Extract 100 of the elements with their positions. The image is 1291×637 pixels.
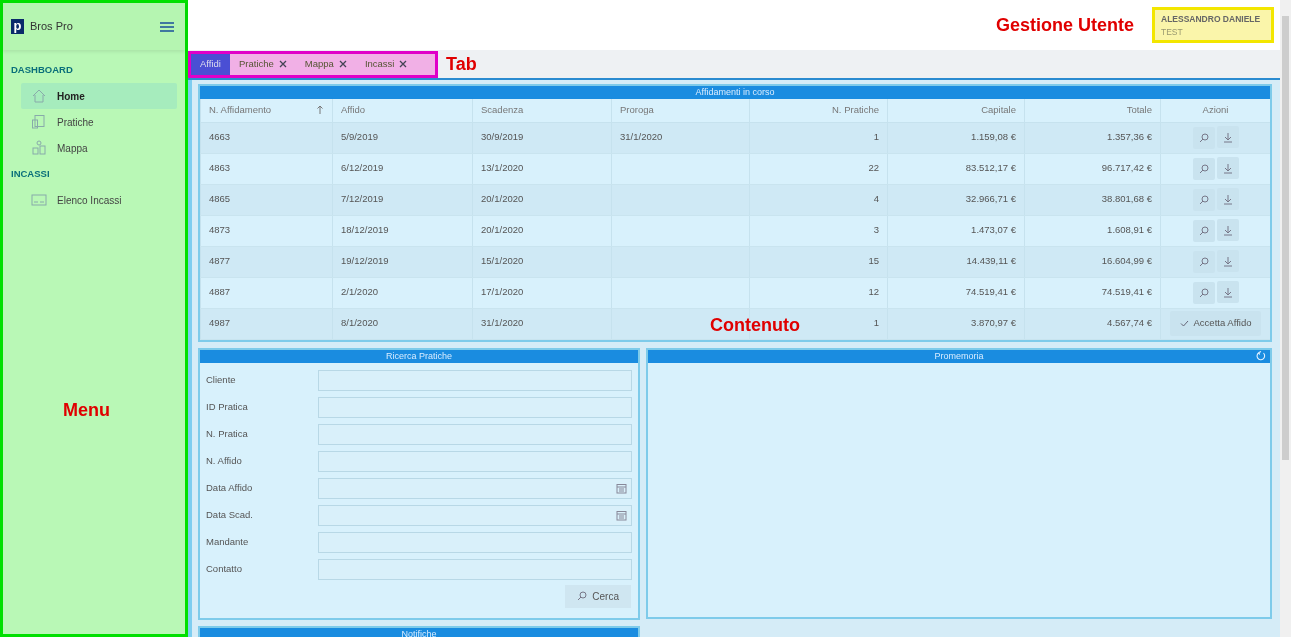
table-cell: 74.519,41 € xyxy=(1024,277,1161,308)
field-label: Data Affido xyxy=(206,480,254,495)
search-button[interactable] xyxy=(1192,157,1215,180)
table-cell: 12 xyxy=(749,277,888,308)
menu-icon[interactable] xyxy=(159,20,175,33)
field-label: N. Pratica xyxy=(206,426,249,441)
tab[interactable]: Incassi xyxy=(355,53,417,75)
table-cell: 3 xyxy=(749,215,888,246)
table-cell: 6/12/2019 xyxy=(332,153,473,184)
table-cell: 1.159,08 € xyxy=(887,122,1025,153)
download-icon xyxy=(1222,255,1233,267)
annotation-label: Gestione Utente xyxy=(995,16,1134,34)
input-field[interactable] xyxy=(318,558,632,580)
table-cell: 74.519,41 € xyxy=(887,277,1025,308)
table-cell: 96.717,42 € xyxy=(1024,153,1161,184)
column-header[interactable]: Scadenza xyxy=(472,99,612,122)
table-cell: 20/1/2020 xyxy=(472,184,612,215)
table-cell: 4863 xyxy=(200,153,333,184)
column-header[interactable]: Capitale xyxy=(887,99,1025,122)
nav-item[interactable]: Pratiche xyxy=(21,109,177,135)
nav-item[interactable]: Elenco Incassi xyxy=(21,187,177,213)
download-icon xyxy=(1222,224,1233,236)
table-cell: 5/9/2019 xyxy=(332,122,473,153)
check-icon xyxy=(1179,320,1189,327)
table-cell: 4 xyxy=(749,184,888,215)
download-button[interactable] xyxy=(1216,126,1239,149)
refresh-icon[interactable] xyxy=(1256,351,1266,361)
nav-item[interactable]: Mappa xyxy=(21,135,177,161)
table-cell: 15/1/2020 xyxy=(472,246,612,277)
accept-button[interactable]: Accetta Affido xyxy=(1169,311,1262,336)
input-field[interactable] xyxy=(318,450,632,472)
column-header[interactable]: N. Pratiche xyxy=(749,99,888,122)
search-icon xyxy=(1198,287,1209,298)
table-cell: 22 xyxy=(749,153,888,184)
tab[interactable]: Affidi xyxy=(191,53,230,75)
table-cell: 18/12/2019 xyxy=(332,215,473,246)
table-cell: 4.567,74 € xyxy=(1024,308,1161,339)
search-button[interactable] xyxy=(1192,188,1215,211)
panel-title: Notifiche xyxy=(200,627,638,637)
download-button[interactable] xyxy=(1216,281,1239,304)
table-cell: 4987 xyxy=(200,308,333,339)
close-icon[interactable] xyxy=(399,60,408,68)
input-field[interactable] xyxy=(318,423,632,445)
app-title: Bros Pro xyxy=(30,19,73,35)
user-name: ALESSANDRO DANIELE xyxy=(1161,13,1262,26)
download-button[interactable] xyxy=(1216,188,1239,211)
table-cell: 2/1/2020 xyxy=(332,277,473,308)
search-button[interactable] xyxy=(1192,126,1215,149)
download-button[interactable] xyxy=(1216,157,1239,180)
table-cell: 19/12/2019 xyxy=(332,246,473,277)
table-cell: 4877 xyxy=(200,246,333,277)
download-icon xyxy=(1222,131,1233,143)
download-button[interactable] xyxy=(1216,250,1239,273)
table-cell: 17/1/2020 xyxy=(472,277,612,308)
input-field[interactable] xyxy=(318,396,632,418)
column-header[interactable]: Affido xyxy=(332,99,473,122)
input-field[interactable] xyxy=(318,369,632,391)
table-cell: 3.870,97 € xyxy=(887,308,1025,339)
calendar-icon xyxy=(616,509,627,521)
tab[interactable]: Pratiche xyxy=(229,53,296,75)
user-box[interactable]: ALESSANDRO DANIELE TEST xyxy=(1152,7,1274,43)
date-field[interactable] xyxy=(318,504,632,526)
close-icon[interactable] xyxy=(338,60,347,68)
user-role: TEST xyxy=(1161,25,1184,39)
input-field[interactable] xyxy=(318,531,632,553)
tab[interactable]: Mappa xyxy=(295,53,356,75)
card-icon xyxy=(31,192,47,208)
table-cell: 7/12/2019 xyxy=(332,184,473,215)
column-header[interactable]: Totale xyxy=(1024,99,1161,122)
scrollbar-thumb[interactable] xyxy=(1282,16,1289,460)
column-header[interactable]: Azioni xyxy=(1160,99,1270,122)
download-icon xyxy=(1222,193,1233,205)
search-icon xyxy=(1198,225,1209,236)
table-cell: 4663 xyxy=(200,122,333,153)
field-label: Contatto xyxy=(206,561,243,576)
search-button[interactable] xyxy=(1192,219,1215,242)
document-icon xyxy=(31,114,47,130)
table-cell: 4865 xyxy=(200,184,333,215)
search-button[interactable]: Cerca xyxy=(565,584,631,608)
search-button[interactable] xyxy=(1192,281,1215,304)
search-button[interactable] xyxy=(1192,250,1215,273)
section-heading: INCASSI xyxy=(10,166,51,181)
search-icon xyxy=(577,591,588,601)
date-field[interactable] xyxy=(318,477,632,499)
panel-title: Affidamenti in corso xyxy=(200,86,1270,99)
nav-item[interactable]: Home xyxy=(21,83,177,109)
field-label: Cliente xyxy=(206,372,237,387)
search-icon xyxy=(1198,132,1209,143)
column-header[interactable]: Proroga xyxy=(611,99,750,122)
annotation-label: Tab xyxy=(446,55,477,73)
download-button[interactable] xyxy=(1216,219,1239,242)
table-cell: 4887 xyxy=(200,277,333,308)
logo: p xyxy=(11,19,24,34)
table-cell: 15 xyxy=(749,246,888,277)
close-icon[interactable] xyxy=(278,60,287,68)
table-cell: 20/1/2020 xyxy=(472,215,612,246)
field-label: Mandante xyxy=(206,534,250,549)
table-cell: 31/1/2020 xyxy=(611,122,750,153)
download-icon xyxy=(1222,286,1233,298)
column-header[interactable]: N. Affidamento xyxy=(200,99,333,122)
